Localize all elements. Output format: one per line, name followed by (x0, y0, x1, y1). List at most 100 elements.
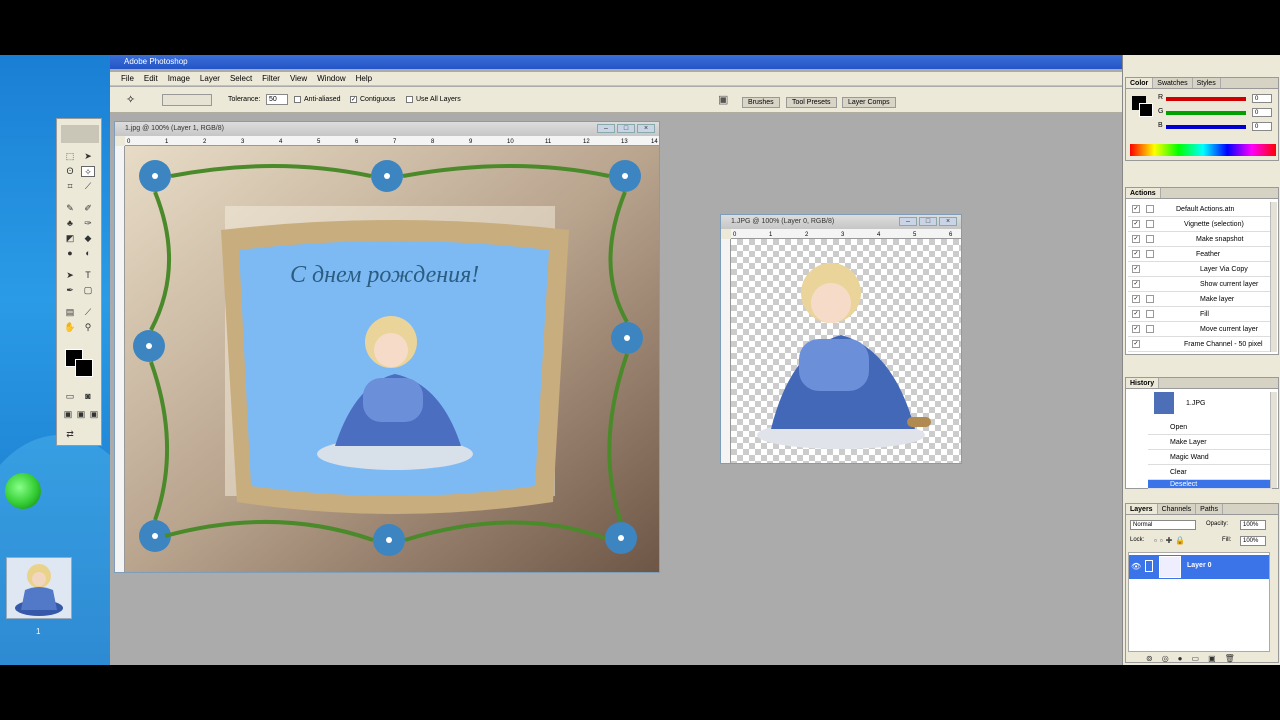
history-step[interactable]: Magic Wand (1170, 450, 1209, 465)
document-window-1[interactable]: 1.jpg @ 100% (Layer 1, RGB/8) – □ × 0 1 2 … (114, 121, 660, 573)
screen-mode-black-icon[interactable]: ▣ (87, 409, 101, 420)
action-item[interactable]: Feather (1196, 247, 1220, 262)
tab-channels[interactable]: Channels (1158, 504, 1197, 514)
doc2-title-bar[interactable]: 1.JPG @ 100% (Layer 0, RGB/8) – □ × (721, 215, 961, 229)
action-toggle-check[interactable]: ✓ (1132, 340, 1140, 348)
quick-mask-icon[interactable]: ◙ (81, 391, 95, 402)
fill-input[interactable]: 100% (1240, 536, 1266, 546)
doc1-title-bar[interactable]: 1.jpg @ 100% (Layer 1, RGB/8) – □ × (115, 122, 659, 136)
contiguous-checkbox[interactable]: ✓ (350, 96, 357, 103)
action-item[interactable]: Frame Channel - 50 pixel (1184, 337, 1263, 352)
magic-wand-tool-icon[interactable]: ✧ (81, 166, 95, 177)
magic-wand-icon[interactable]: ✧ (126, 93, 135, 106)
channel-g-value[interactable]: 0 (1252, 108, 1272, 117)
doc2-canvas[interactable] (731, 239, 961, 463)
brush-tool-icon[interactable]: ✐ (81, 203, 95, 214)
history-step-selected[interactable]: Deselect (1170, 480, 1197, 489)
action-item[interactable]: Default Actions.atn (1176, 202, 1234, 217)
close-button[interactable]: × (939, 217, 957, 226)
visibility-eye-icon[interactable]: 👁 (1131, 562, 1141, 571)
tab-color[interactable]: Color (1126, 78, 1154, 88)
action-dialog-toggle[interactable] (1146, 205, 1154, 213)
history-snapshot-name[interactable]: 1.JPG (1186, 400, 1205, 407)
action-toggle-check[interactable]: ✓ (1132, 310, 1140, 318)
action-toggle-check[interactable]: ✓ (1132, 295, 1140, 303)
tab-styles[interactable]: Styles (1193, 78, 1221, 88)
tab-layers[interactable]: Layers (1126, 504, 1158, 514)
hand-tool-icon[interactable]: ✋ (63, 322, 77, 333)
history-snapshot-thumbnail[interactable] (1154, 392, 1174, 414)
channel-b-slider[interactable] (1166, 125, 1246, 129)
screen-mode-full-icon[interactable]: ▣ (74, 409, 88, 420)
tab-history[interactable]: History (1126, 378, 1160, 388)
channel-r-slider[interactable] (1166, 97, 1246, 101)
history-step[interactable]: Clear (1170, 465, 1187, 480)
layer-row-selected[interactable]: 👁 Layer 0 (1129, 555, 1269, 579)
action-toggle-check[interactable]: ✓ (1132, 250, 1140, 258)
shape-tool-icon[interactable]: ▢ (81, 285, 95, 296)
selection-mode-buttons[interactable] (162, 94, 212, 106)
menu-select[interactable]: Select (225, 72, 257, 85)
desktop-file-thumbnail[interactable] (6, 557, 72, 619)
action-dialog-toggle[interactable] (1146, 250, 1154, 258)
lock-icons[interactable]: ▫▫✚🔒 (1154, 536, 1188, 545)
menu-filter[interactable]: Filter (257, 72, 285, 85)
tab-paths[interactable]: Paths (1196, 504, 1224, 514)
tab-actions[interactable]: Actions (1126, 188, 1161, 198)
action-item[interactable]: Move current layer (1200, 322, 1258, 337)
action-dialog-toggle[interactable] (1146, 295, 1154, 303)
action-item[interactable]: Vignette (selection) (1184, 217, 1244, 232)
healing-brush-icon[interactable]: ✎ (63, 203, 77, 214)
standard-mode-icon[interactable]: ▭ (63, 391, 77, 402)
minimize-button[interactable]: – (899, 217, 917, 226)
screen-mode-icon[interactable]: ▣ (61, 409, 75, 420)
menu-edit[interactable]: Edit (139, 72, 163, 85)
dock-tab-tool-presets[interactable]: Tool Presets (786, 97, 837, 108)
dock-tab-layer-comps[interactable]: Layer Comps (842, 97, 896, 108)
notes-tool-icon[interactable]: ▤ (63, 307, 77, 318)
opacity-input[interactable]: 100% (1240, 520, 1266, 530)
actions-scrollbar[interactable] (1270, 202, 1277, 352)
bg-color-chip[interactable] (1139, 103, 1153, 117)
pen-tool-icon[interactable]: ✒ (63, 285, 77, 296)
imageready-jump-icon[interactable]: ⇄ (63, 429, 77, 440)
crop-tool-icon[interactable]: ⌗ (63, 181, 77, 192)
layer-link-box[interactable] (1145, 560, 1153, 572)
action-toggle-check[interactable]: ✓ (1132, 220, 1140, 228)
gradient-tool-icon[interactable]: ◆ (81, 233, 95, 244)
history-step[interactable]: Open (1170, 420, 1187, 435)
anti-aliased-checkbox[interactable] (294, 96, 301, 103)
close-button[interactable]: × (637, 124, 655, 133)
dock-tab-brushes[interactable]: Brushes (742, 97, 780, 108)
action-item[interactable]: Fill (1200, 307, 1209, 322)
marquee-tool-icon[interactable]: ⬚ (63, 151, 77, 162)
use-all-layers-checkbox[interactable] (406, 96, 413, 103)
minimize-button[interactable]: – (597, 124, 615, 133)
dodge-tool-icon[interactable]: ◐ (81, 248, 95, 259)
menu-file[interactable]: File (116, 72, 139, 85)
history-brush-icon[interactable]: ✑ (81, 218, 95, 229)
menu-help[interactable]: Help (351, 72, 377, 85)
type-tool-icon[interactable]: T (81, 270, 95, 281)
action-dialog-toggle[interactable] (1146, 310, 1154, 318)
action-toggle-check[interactable]: ✓ (1132, 265, 1140, 273)
zoom-tool-icon[interactable]: ⚲ (81, 322, 95, 333)
action-dialog-toggle[interactable] (1146, 220, 1154, 228)
action-item[interactable]: Make layer (1200, 292, 1234, 307)
blend-mode-select[interactable]: Normal (1130, 520, 1196, 530)
tab-swatches[interactable]: Swatches (1153, 78, 1193, 88)
path-selection-icon[interactable]: ➤ (63, 270, 77, 281)
action-dialog-toggle[interactable] (1146, 325, 1154, 333)
eyedropper-tool-icon[interactable]: ⟋ (81, 307, 95, 318)
color-spectrum-ramp[interactable] (1130, 144, 1276, 156)
palette-well-icon[interactable]: ▣ (718, 93, 728, 106)
action-item[interactable]: Make snapshot (1196, 232, 1243, 247)
history-scrollbar[interactable] (1270, 392, 1277, 488)
menu-window[interactable]: Window (312, 72, 350, 85)
document-window-2[interactable]: 1.JPG @ 100% (Layer 0, RGB/8) – □ × 0 1 2 … (720, 214, 962, 464)
action-toggle-check[interactable]: ✓ (1132, 205, 1140, 213)
doc1-canvas[interactable]: С днем рождения! (125, 146, 659, 572)
action-toggle-check[interactable]: ✓ (1132, 235, 1140, 243)
menu-image[interactable]: Image (163, 72, 195, 85)
lasso-tool-icon[interactable]: ʘ (63, 166, 77, 177)
